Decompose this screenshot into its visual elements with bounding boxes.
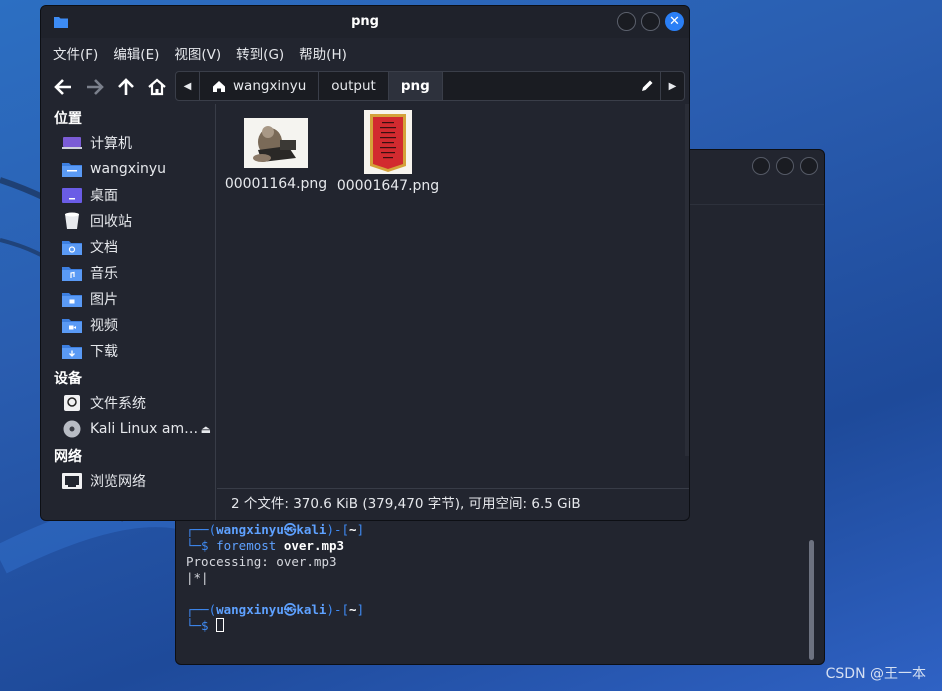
prompt-at: ㉿ [283, 602, 297, 617]
menu-view[interactable]: 视图(V) [174, 43, 221, 63]
prompt-dir: ~ [349, 602, 357, 617]
path-scroll-left[interactable]: ◀ [176, 72, 200, 100]
back-arrow-icon[interactable] [53, 77, 73, 97]
sidebar-item-label: 视频 [90, 318, 118, 334]
close-button[interactable]: ✕ [665, 12, 684, 31]
sidebar-item-browse-network[interactable]: 浏览网络 [41, 468, 215, 494]
view-scrollbar[interactable] [685, 104, 689, 456]
file-name: 00001164.png [224, 176, 328, 192]
sidebar-heading-places: 位置 [54, 111, 82, 127]
sidebar-heading-network: 网络 [54, 449, 82, 465]
trash-icon [62, 212, 82, 230]
sidebar-item-desktop[interactable]: 桌面 [41, 182, 215, 208]
sidebar-item-downloads[interactable]: 下载 [41, 338, 215, 364]
watermark: CSDN @王一本 [825, 666, 926, 682]
prompt-user: wangxinyu [216, 602, 284, 617]
music-folder-icon [62, 264, 82, 282]
sidebar-item-pictures[interactable]: 图片 [41, 286, 215, 312]
sidebar-item-label: 文件系统 [90, 396, 146, 412]
sidebar-item-label: 回收站 [90, 214, 132, 230]
file-item[interactable]: 00001164.png [221, 118, 331, 192]
sidebar-item-home[interactable]: wangxinyu [41, 156, 215, 182]
path-segment-png[interactable]: png [388, 72, 443, 100]
sidebar-item-kali-disc[interactable]: Kali Linux am… ⏏ [41, 416, 215, 442]
pictures-folder-icon [62, 290, 82, 308]
sidebar-item-documents[interactable]: 文档 [41, 234, 215, 260]
image-thumbnail [244, 118, 308, 168]
path-segment-output[interactable]: output [319, 72, 389, 100]
menu-edit[interactable]: 编辑(E) [113, 43, 159, 63]
file-item[interactable]: 00001647.png [333, 110, 443, 194]
image-thumbnail [364, 110, 412, 174]
home-icon[interactable] [147, 77, 167, 97]
terminal-scrollbar[interactable] [809, 540, 814, 660]
status-bar: 2 个文件: 370.6 KiB (379,470 字节), 可用空间: 6.5… [217, 488, 689, 520]
command-name: foremost [216, 538, 277, 553]
menu-bar: 文件(F) 编辑(E) 视图(V) 转到(G) 帮助(H) [41, 38, 689, 68]
window-titlebar[interactable]: png ✕ [41, 6, 689, 38]
sidebar-item-computer[interactable]: 计算机 [41, 130, 215, 156]
path-label: output [331, 78, 376, 94]
home-icon [213, 80, 225, 92]
sidebar-heading-devices: 设备 [54, 371, 82, 387]
minimize-button[interactable] [752, 157, 770, 175]
output-line: Processing: over.mp3 [186, 554, 337, 569]
home-folder-icon [62, 160, 82, 178]
prompt-user: wangxinyu [216, 522, 284, 537]
prompt-dir: ~ [349, 522, 357, 537]
eject-icon[interactable]: ⏏ [201, 423, 211, 436]
pencil-icon [642, 80, 653, 91]
documents-folder-icon [62, 238, 82, 256]
sidebar-item-music[interactable]: 音乐 [41, 260, 215, 286]
close-button[interactable] [800, 157, 818, 175]
sidebar-item-label: 音乐 [90, 266, 118, 282]
sidebar-item-label: 浏览网络 [90, 474, 146, 490]
menu-file[interactable]: 文件(F) [53, 43, 98, 63]
drive-icon [62, 394, 82, 412]
maximize-button[interactable] [776, 157, 794, 175]
prompt-at: ㉿ [283, 522, 297, 537]
sidebar-item-label: 计算机 [90, 136, 132, 152]
sidebar-item-label: 图片 [90, 292, 118, 308]
terminal-output[interactable]: ┌──(wangxinyu㉿kali)-[~] └─$ foremost ove… [186, 522, 364, 634]
prompt-host: kali [296, 602, 327, 617]
toolbar: ◀ wangxinyu output png ▶ [41, 68, 689, 104]
desktop-folder-icon [62, 186, 82, 204]
sidebar: 位置 计算机 wangxinyu 桌面 回收站 文档 音乐 图片 视频 下载 设… [41, 104, 216, 520]
minimize-button[interactable] [617, 12, 636, 31]
videos-folder-icon [62, 316, 82, 334]
sidebar-item-filesystem[interactable]: 文件系统 [41, 390, 215, 416]
sidebar-item-videos[interactable]: 视频 [41, 312, 215, 338]
location-bar[interactable]: ◀ wangxinyu output png ▶ [175, 71, 685, 101]
disc-icon [62, 420, 82, 438]
computer-icon [62, 134, 82, 152]
text-cursor [216, 618, 225, 632]
window-title: png [351, 14, 379, 29]
command-arg: over.mp3 [283, 538, 345, 553]
file-name: 00001647.png [336, 178, 440, 194]
sidebar-item-label: wangxinyu [90, 161, 166, 177]
sidebar-item-label: 桌面 [90, 188, 118, 204]
maximize-button[interactable] [641, 12, 660, 31]
menu-go[interactable]: 转到(G) [236, 43, 284, 63]
output-line: |*| [186, 570, 209, 585]
menu-help[interactable]: 帮助(H) [299, 43, 347, 63]
forward-arrow-icon[interactable] [85, 77, 105, 97]
sidebar-item-label: 下载 [90, 344, 118, 360]
path-label: wangxinyu [233, 78, 307, 94]
file-view[interactable]: 00001164.png 00001647.png [217, 104, 689, 488]
file-manager-window[interactable]: png ✕ 文件(F) 编辑(E) 视图(V) 转到(G) 帮助(H) ◀ wa… [40, 5, 690, 521]
downloads-folder-icon [62, 342, 82, 360]
sidebar-item-label: 文档 [90, 240, 118, 256]
edit-path-button[interactable] [634, 72, 660, 100]
path-segment-home[interactable]: wangxinyu [200, 72, 320, 100]
prompt-host: kali [296, 522, 327, 537]
sidebar-item-label: Kali Linux am… [90, 421, 199, 437]
path-label: png [400, 78, 430, 94]
sidebar-item-trash[interactable]: 回收站 [41, 208, 215, 234]
up-arrow-icon[interactable] [116, 77, 136, 97]
path-scroll-right[interactable]: ▶ [660, 72, 684, 100]
network-icon [62, 472, 82, 490]
